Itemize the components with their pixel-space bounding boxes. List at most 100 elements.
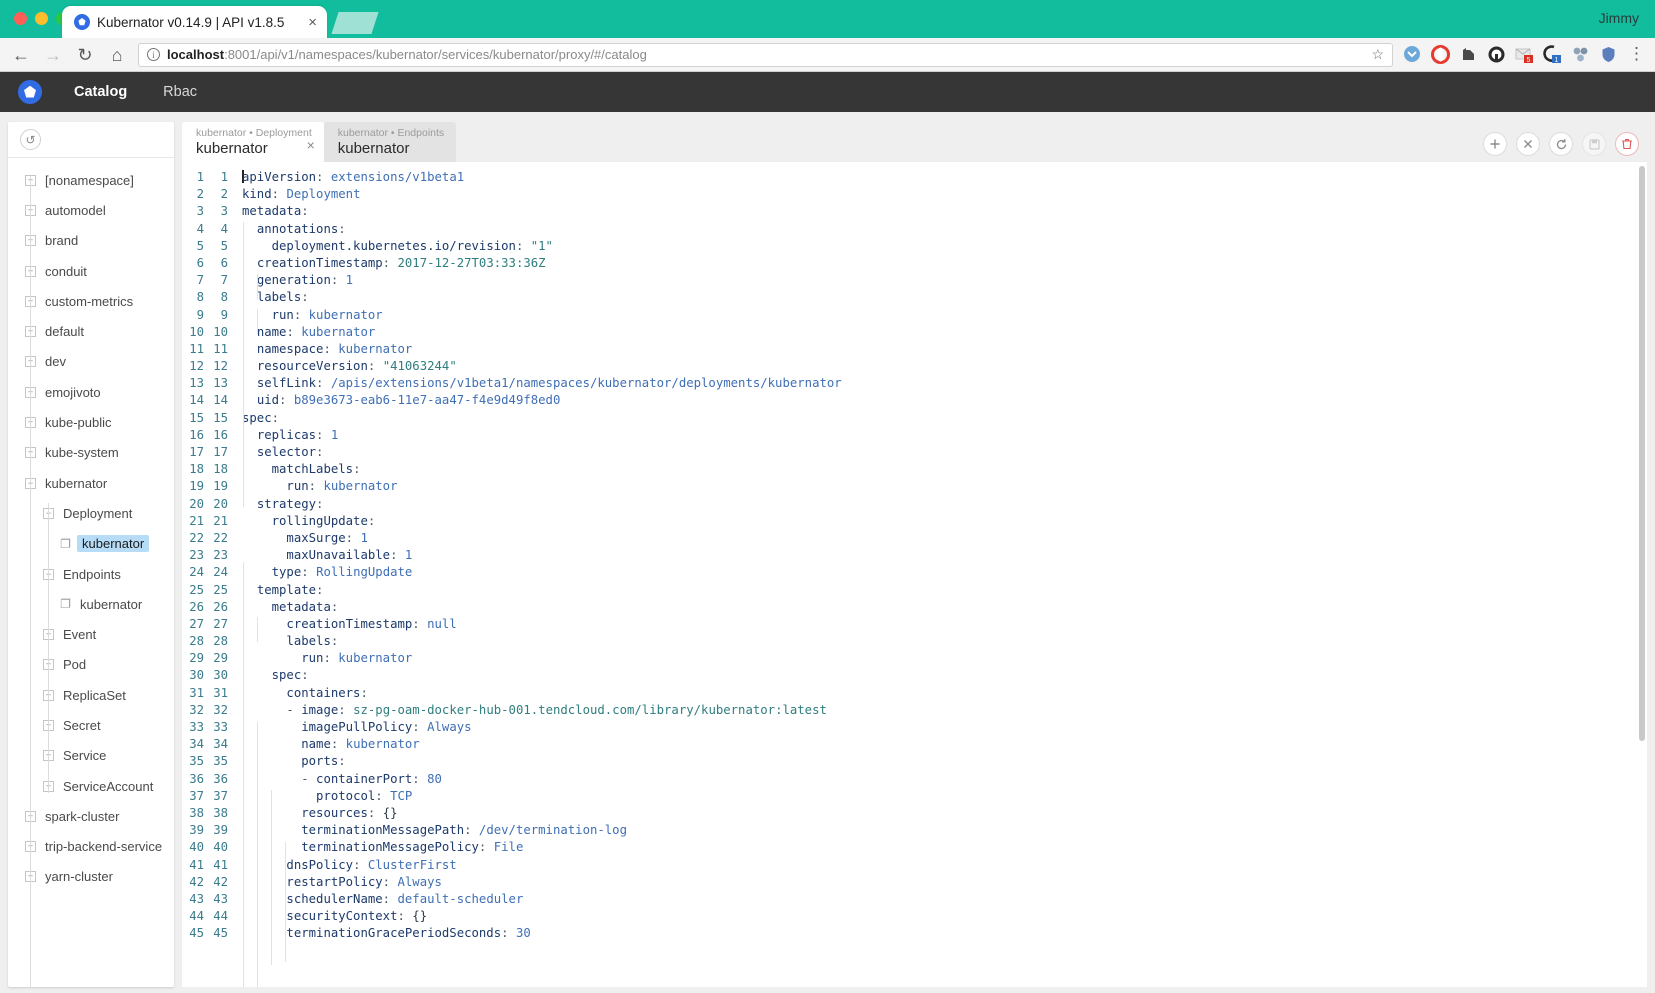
namespace-tree: +[nonamespace]+automodel+brand+conduit+c… [8,158,174,987]
line-number-left: 36 [182,771,204,788]
kubernetes-logo-icon[interactable] [18,80,42,104]
tree-item-deployment[interactable]: −Deployment [8,498,174,528]
tree-item-custom-metrics[interactable]: +custom-metrics [8,286,174,316]
editor-tab-breadcrumb: kubernator • Deployment [196,127,312,140]
tree-item-kubernator[interactable]: −kubernator [8,468,174,498]
code-line: 1919 run: kubernator [182,478,1647,495]
code-line: 1212 resourceVersion: "41063244" [182,358,1647,375]
code-line: 33metadata: [182,203,1647,220]
indent-guide [257,722,258,987]
line-number-left: 44 [182,908,204,925]
back-icon[interactable]: ← [10,46,32,64]
pocket-extension-icon[interactable] [1403,45,1422,64]
tree-item-kube-public[interactable]: +kube-public [8,407,174,437]
code-token-key: metadata [242,204,301,218]
opera-extension-icon[interactable] [1431,45,1450,64]
site-info-icon[interactable]: i [147,48,160,61]
code-token-key: restartPolicy [286,875,382,889]
code-token-p: : [346,531,361,545]
line-number-right: 12 [204,358,228,375]
tree-item-dev[interactable]: +dev [8,347,174,377]
tree-item-trip-backend-service[interactable]: +trip-backend-service [8,832,174,862]
shield-extension-icon[interactable] [1599,45,1618,64]
sidebar-toolbar: ↺ [8,122,174,158]
code-token-p: : [301,565,316,579]
delete-button[interactable] [1615,132,1639,156]
close-button[interactable] [1516,132,1540,156]
nav-item-catalog[interactable]: Catalog [70,84,131,100]
tree-item-automodel[interactable]: +automodel [8,195,174,225]
home-icon[interactable]: ⌂ [106,46,128,64]
code-token-p: : [301,290,308,304]
code-text: creationTimestamp: 2017-12-27T03:33:36Z [228,255,546,272]
editor-scrollbar[interactable] [1639,166,1645,741]
code-text: - containerPort: 80 [228,771,442,788]
tree-item-spark-cluster[interactable]: +spark-cluster [8,801,174,831]
tree-item-conduit[interactable]: +conduit [8,256,174,286]
code-token-plain: {} [412,909,427,923]
line-number-left: 35 [182,753,204,770]
tree-item-label: Pod [63,657,86,672]
code-token-key: labels [286,634,330,648]
tree-item-yarn-cluster[interactable]: +yarn-cluster [8,862,174,892]
tree-item-replicaset[interactable]: +ReplicaSet [8,680,174,710]
tree-item-event[interactable]: +Event [8,619,174,649]
tree-item-endpoints[interactable]: −Endpoints [8,559,174,589]
tree-item--nonamespace-[interactable]: +[nonamespace] [8,165,174,195]
reload-icon[interactable]: ↻ [74,46,96,64]
close-icon[interactable]: × [307,137,315,153]
code-text: ports: [228,753,346,770]
line-number-left: 26 [182,599,204,616]
line-number-right: 43 [204,891,228,908]
code-line: 4242 restartPolicy: Always [182,874,1647,891]
tree-item-kubernator[interactable]: ❐kubernator [8,589,174,619]
browser-menu-icon[interactable]: ⋮ [1628,49,1645,59]
code-line: 2121 rollingUpdate: [182,513,1647,530]
tree-item-serviceaccount[interactable]: +ServiceAccount [8,771,174,801]
octotree-extension-icon[interactable]: 1 [1543,45,1562,64]
puzzle-extension-icon[interactable] [1571,45,1590,64]
editor-tab-deployment[interactable]: kubernator • Deployment kubernator × [182,122,324,162]
reload-button[interactable] [1549,132,1573,156]
code-line: 2323 maxUnavailable: 1 [182,547,1647,564]
code-line: 66 creationTimestamp: 2017-12-27T03:33:3… [182,255,1647,272]
tree-item-default[interactable]: +default [8,316,174,346]
tree-item-secret[interactable]: +Secret [8,710,174,740]
bookmark-star-icon[interactable]: ☆ [1371,46,1384,63]
tree-item-label: trip-backend-service [45,839,162,854]
gmail-extension-icon[interactable]: 5 [1515,45,1534,64]
add-button[interactable] [1483,132,1507,156]
tree-item-pod[interactable]: +Pod [8,650,174,680]
tree-item-emojivoto[interactable]: +emojivoto [8,377,174,407]
code-token-val: kubernator [338,342,412,356]
tree-item-service[interactable]: +Service [8,741,174,771]
evernote-extension-icon[interactable] [1459,45,1478,64]
tree-item-kubernator[interactable]: ❐kubernator [8,529,174,559]
code-line: 2424 type: RollingUpdate [182,564,1647,581]
new-tab-button[interactable] [331,12,378,34]
indent-guide [243,222,244,507]
yaml-editor[interactable]: 11apiVersion: extensions/v1beta122kind: … [182,162,1647,987]
browser-tab[interactable]: Kubernator v0.14.9 | API v1.8.5 × [62,6,327,38]
nav-item-rbac[interactable]: Rbac [159,84,201,100]
github-desktop-extension-icon[interactable] [1487,45,1506,64]
minimize-window-button[interactable] [35,12,48,25]
code-token-key: run [286,479,308,493]
line-number-left: 8 [182,289,204,306]
close-icon[interactable]: × [308,15,317,30]
tree-item-kube-system[interactable]: +kube-system [8,438,174,468]
code-text: uid: b89e3673-eab6-11e7-aa47-f4e9d49f8ed… [228,392,560,409]
line-number-right: 42 [204,874,228,891]
code-text: deployment.kubernetes.io/revision: "1" [228,238,553,255]
code-token-key: resourceVersion [257,359,368,373]
refresh-icon[interactable]: ↺ [20,129,41,150]
tree-item-brand[interactable]: +brand [8,226,174,256]
editor-tab-title: kubernator [338,140,444,158]
tree-item-label: Deployment [63,506,132,521]
code-token-p: : [286,325,301,339]
editor-tab-endpoints[interactable]: kubernator • Endpoints kubernator [324,122,456,162]
code-token-key: matchLabels [272,462,353,476]
close-window-button[interactable] [14,12,27,25]
code-text: metadata: [228,203,309,220]
address-bar[interactable]: i localhost:8001/api/v1/namespaces/kuber… [138,43,1393,67]
